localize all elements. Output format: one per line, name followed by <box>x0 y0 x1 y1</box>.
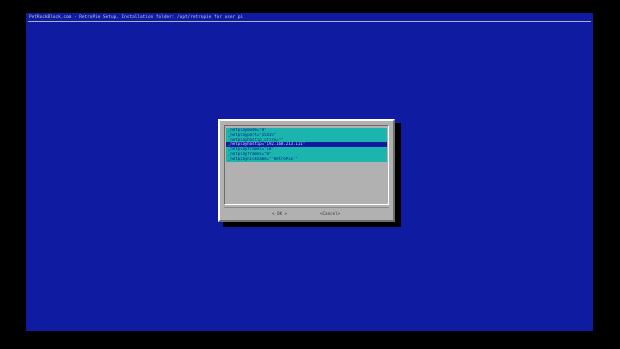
menu-item-netplaynickname[interactable]: _netplaynickname="'RetroPie'" <box>226 156 387 162</box>
button-separator <box>224 207 389 208</box>
button-row: < OK > <Cancel> <box>220 211 393 217</box>
menu-dialog: _netplaymode="0" _netplayport="55435" _n… <box>218 119 395 222</box>
backtitle: PetRockBlock.com - RetroPie Setup. Insta… <box>29 15 244 20</box>
cancel-button[interactable]: <Cancel> <box>320 211 340 217</box>
terminal-screen: PetRockBlock.com - RetroPie Setup. Insta… <box>26 13 593 331</box>
backtitle-divider <box>28 21 591 22</box>
menu-list: _netplaymode="0" _netplayport="55435" _n… <box>226 128 387 162</box>
menu-box: _netplaymode="0" _netplayport="55435" _n… <box>224 125 389 205</box>
ok-button[interactable]: < OK > <box>272 211 287 217</box>
